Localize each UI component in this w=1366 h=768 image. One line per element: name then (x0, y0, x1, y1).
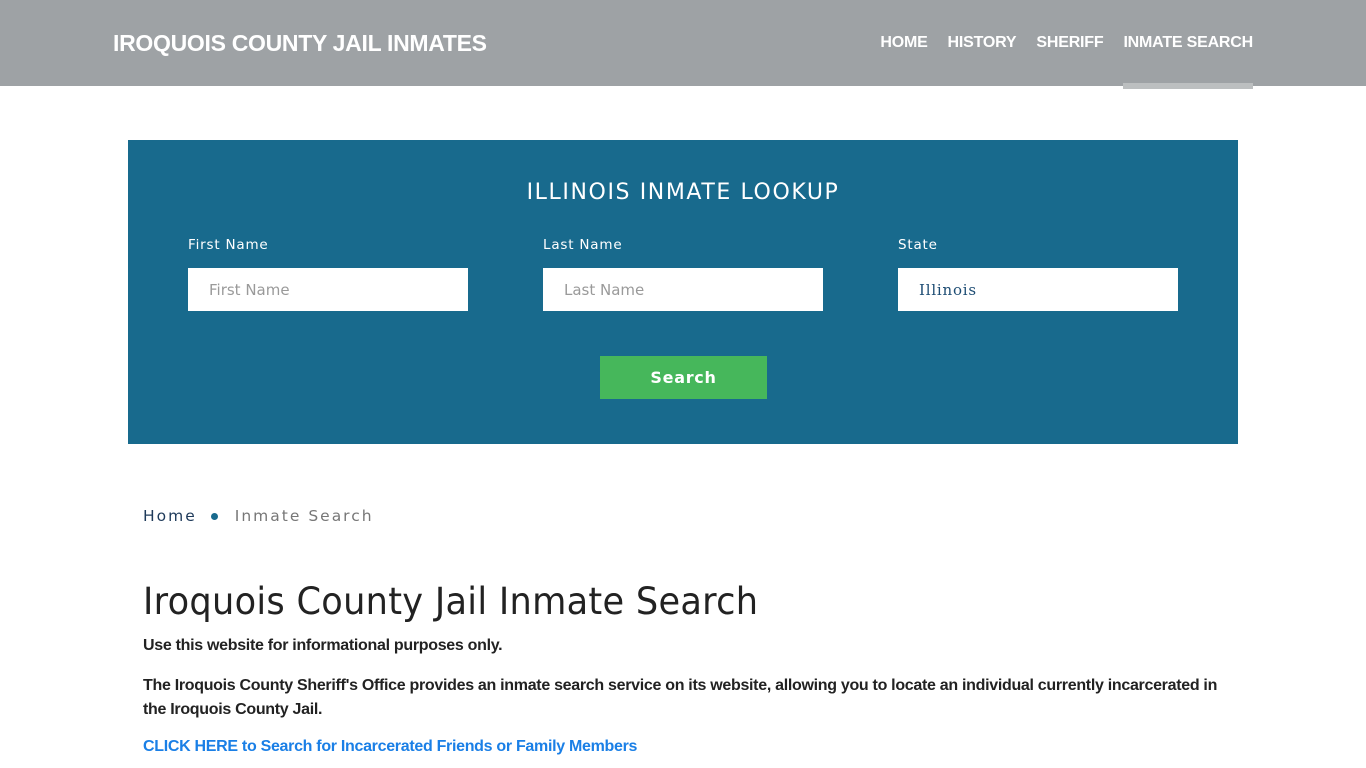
last-name-label: Last Name (543, 237, 623, 253)
last-name-input[interactable] (543, 268, 823, 311)
search-friends-family-link[interactable]: CLICK HERE to Search for Incarcerated Fr… (143, 738, 637, 756)
first-name-label: First Name (188, 237, 269, 253)
breadcrumb-separator-dot-icon (210, 512, 218, 520)
nav-inmate-search[interactable]: INMATE SEARCH (1123, 0, 1253, 89)
page-title: Iroquois County Jail Inmate Search (143, 580, 759, 623)
lookup-title: ILLINOIS INMATE LOOKUP (526, 180, 840, 205)
breadcrumb: Home Inmate Search (143, 507, 374, 525)
search-button[interactable]: Search (600, 356, 767, 399)
site-brand-link[interactable]: IROQUOIS COUNTY JAIL INMATES (113, 30, 487, 57)
site-header: IROQUOIS COUNTY JAIL INMATES HOME HISTOR… (0, 0, 1366, 89)
breadcrumb-home-link[interactable]: Home (143, 507, 197, 525)
description-text: The Iroquois County Sheriff's Office pro… (143, 677, 1218, 718)
nav-sheriff[interactable]: SHERIFF (1036, 0, 1103, 86)
state-input[interactable] (898, 268, 1178, 311)
disclaimer-text: Use this website for informational purpo… (143, 637, 503, 654)
main-nav: HOME HISTORY SHERIFF INMATE SEARCH (860, 0, 1253, 89)
state-label: State (898, 237, 938, 253)
breadcrumb-current: Inmate Search (234, 507, 374, 525)
nav-home[interactable]: HOME (880, 0, 927, 86)
nav-history[interactable]: HISTORY (948, 0, 1017, 86)
first-name-input[interactable] (188, 268, 468, 311)
